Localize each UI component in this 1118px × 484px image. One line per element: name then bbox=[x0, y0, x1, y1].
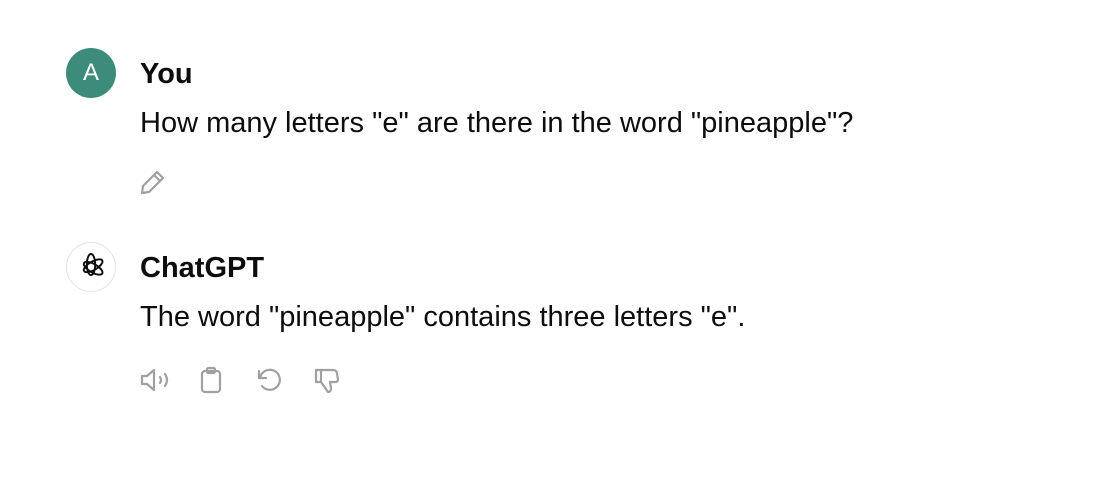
speaker-icon bbox=[140, 368, 169, 392]
copy-button[interactable] bbox=[196, 362, 236, 398]
clipboard-icon bbox=[200, 366, 222, 394]
user-author-name: You bbox=[140, 58, 193, 90]
edit-button[interactable] bbox=[138, 164, 178, 200]
thumbs-down-icon bbox=[314, 368, 340, 394]
openai-logo-icon bbox=[82, 253, 104, 276]
user-avatar: A bbox=[66, 48, 116, 98]
regenerate-button[interactable] bbox=[254, 362, 294, 398]
avatar-letter: A bbox=[82, 59, 99, 86]
assistant-message-text: The word "pineapple" contains three lett… bbox=[140, 301, 746, 333]
bad-response-button[interactable] bbox=[312, 362, 352, 398]
assistant-author-name: ChatGPT bbox=[140, 252, 265, 284]
read-aloud-button[interactable] bbox=[138, 362, 178, 398]
assistant-message-actions bbox=[138, 362, 352, 398]
user-message-actions bbox=[138, 164, 178, 200]
assistant-avatar bbox=[66, 242, 116, 292]
user-message-text: How many letters "e" are there in the wo… bbox=[140, 107, 854, 139]
regenerate-icon bbox=[257, 368, 281, 391]
edit-icon bbox=[140, 170, 165, 195]
